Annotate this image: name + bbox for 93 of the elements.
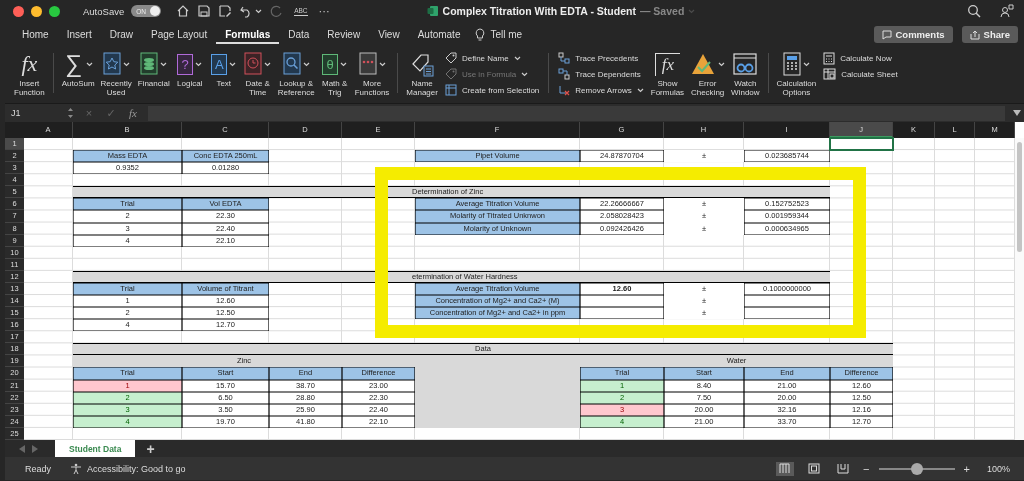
previous-sheet-icon[interactable] bbox=[19, 444, 25, 453]
tag-icon bbox=[410, 51, 435, 77]
letter-book-icon: A bbox=[211, 53, 228, 75]
coins-book-icon bbox=[140, 52, 159, 76]
ribbon-button[interactable]: Calculate Sheet bbox=[823, 67, 898, 81]
ribbon-tab[interactable]: Review bbox=[318, 25, 370, 44]
ribbon-button[interactable]: Lookup & Reference bbox=[274, 49, 318, 103]
normal-view-icon[interactable] bbox=[776, 461, 795, 476]
tag-icon bbox=[444, 52, 457, 64]
tell-me-field[interactable]: Tell me bbox=[490, 29, 523, 40]
status-text: Ready bbox=[25, 463, 51, 474]
home-icon[interactable] bbox=[176, 4, 191, 18]
ribbon-button[interactable]: Recently Used bbox=[97, 49, 135, 103]
ribbon-tab[interactable]: Data bbox=[279, 25, 319, 44]
ribbon-button[interactable]: Name Manager bbox=[403, 49, 441, 103]
selected-cell[interactable] bbox=[829, 137, 894, 152]
name-box[interactable]: J1 bbox=[8, 108, 51, 118]
redo-icon[interactable] bbox=[269, 4, 284, 18]
ribbon-button[interactable]: Trace Dependents bbox=[558, 67, 644, 81]
ribbon-button[interactable]: Calculate Now bbox=[823, 51, 898, 65]
close-button[interactable] bbox=[13, 5, 24, 17]
calculator-icon bbox=[782, 52, 801, 76]
lightbulb-icon bbox=[475, 28, 486, 41]
add-sheet-button[interactable]: + bbox=[146, 440, 155, 457]
ribbon-tab[interactable]: Formulas bbox=[216, 25, 280, 44]
ribbon-tab[interactable]: Draw bbox=[100, 25, 143, 44]
function-icon: fx bbox=[15, 51, 44, 77]
ribbon-button[interactable]: fx Insert Function bbox=[11, 49, 48, 103]
autosave-label: AutoSave bbox=[83, 5, 125, 17]
ribbon-button[interactable]: fx Show Formulas bbox=[647, 49, 688, 103]
zoom-button[interactable] bbox=[49, 5, 60, 17]
sheet-tab[interactable]: Student Data bbox=[55, 440, 136, 457]
accessibility-status[interactable]: Accessibility: Good to go bbox=[87, 463, 186, 474]
ribbon-button[interactable]: A Text bbox=[206, 49, 241, 103]
trace-dependents-icon bbox=[558, 68, 571, 80]
expand-icon[interactable] bbox=[1013, 110, 1021, 116]
star-book-icon bbox=[102, 52, 121, 76]
question-book-icon: ? bbox=[177, 53, 194, 75]
clock-book-icon bbox=[244, 52, 263, 76]
save-status[interactable]: — Saved bbox=[639, 5, 685, 17]
zoom-level: 100% bbox=[986, 463, 1010, 474]
comment-icon bbox=[881, 29, 892, 40]
warning-icon bbox=[690, 52, 717, 76]
table-icon bbox=[444, 84, 457, 96]
workbook-icon bbox=[426, 5, 439, 17]
ribbon-button[interactable]: Trace Precedents bbox=[558, 51, 644, 65]
search-icon[interactable] bbox=[967, 4, 981, 18]
remove-arrows-icon bbox=[558, 84, 571, 96]
share-button[interactable]: Share bbox=[961, 26, 1018, 43]
ribbon-tab[interactable]: Automate bbox=[408, 25, 470, 44]
ribbon-tab[interactable]: Home bbox=[13, 25, 58, 44]
ribbon-button[interactable]: θ Math & Trig bbox=[317, 49, 352, 103]
zoom-out-button[interactable]: − bbox=[863, 462, 870, 475]
trace-precedents-icon bbox=[558, 52, 571, 64]
theta-book-icon: θ bbox=[322, 53, 339, 75]
calculator-icon bbox=[823, 51, 836, 65]
scrollbar-thumb[interactable] bbox=[1017, 142, 1022, 252]
save-as-icon[interactable] bbox=[218, 4, 233, 18]
sheet-icon bbox=[823, 68, 837, 80]
next-sheet-icon[interactable] bbox=[32, 444, 38, 453]
tag-icon bbox=[444, 68, 457, 80]
magnifier-book-icon bbox=[282, 52, 301, 76]
more-button[interactable]: ··· bbox=[318, 5, 330, 17]
ribbon-button[interactable]: Error Checking bbox=[687, 49, 729, 103]
ribbon-button[interactable]: Create from Selection bbox=[444, 83, 540, 97]
sigma-icon: ∑ bbox=[63, 51, 84, 77]
ribbon-button[interactable]: Define Name bbox=[444, 51, 540, 65]
zoom-in-button[interactable]: + bbox=[963, 462, 970, 475]
ribbon-button[interactable]: More Functions bbox=[351, 49, 393, 103]
ribbon-tab[interactable]: Insert bbox=[57, 25, 101, 44]
ribbon-button[interactable]: Financial bbox=[134, 49, 173, 103]
accessibility-icon[interactable] bbox=[70, 462, 82, 475]
formula-field[interactable] bbox=[148, 105, 1005, 121]
share-person-icon[interactable] bbox=[1000, 4, 1014, 18]
save-icon[interactable] bbox=[197, 4, 212, 18]
ribbon-button[interactable]: Remove Arrows bbox=[558, 83, 644, 97]
stepper-icon[interactable] bbox=[67, 107, 74, 119]
caret-icon bbox=[688, 8, 696, 14]
ribbon-button[interactable]: Watch Window bbox=[728, 49, 763, 103]
ribbon-button[interactable]: Date & Time bbox=[240, 49, 275, 103]
ribbon-tab[interactable]: Page Layout bbox=[142, 25, 217, 44]
caret-icon bbox=[255, 8, 263, 14]
ribbon-button[interactable]: Calculation Options bbox=[773, 49, 820, 103]
glasses-icon bbox=[732, 52, 759, 76]
comments-button[interactable]: Comments bbox=[873, 26, 953, 43]
ribbon-tab[interactable]: View bbox=[369, 25, 409, 44]
ribbon-button[interactable]: ∑ AutoSum bbox=[58, 49, 98, 103]
dots-book-icon bbox=[358, 52, 377, 76]
minimize-button[interactable] bbox=[31, 5, 42, 17]
insert-function-button[interactable]: fx bbox=[126, 107, 140, 119]
window-title: Complex Titration With EDTA - Student bbox=[442, 5, 636, 17]
share-icon bbox=[969, 29, 980, 40]
ribbon-button[interactable]: ? Logical bbox=[172, 49, 207, 103]
